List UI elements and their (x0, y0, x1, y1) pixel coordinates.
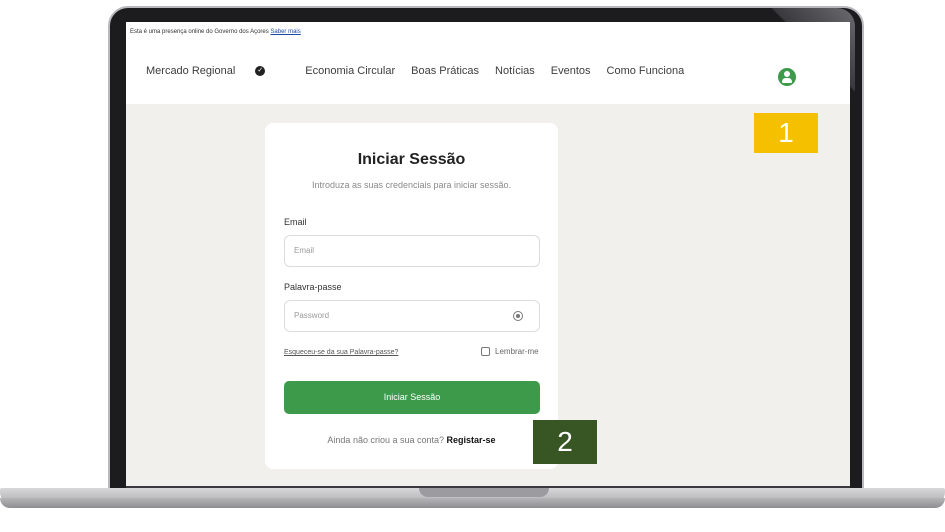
learn-more-link[interactable]: Saber mais (270, 29, 300, 35)
user-circle-icon[interactable] (778, 68, 796, 86)
nav-economia-circular[interactable]: Economia Circular (305, 65, 395, 77)
email-field[interactable]: Email (284, 235, 540, 267)
email-label: Email (284, 217, 307, 227)
government-notice-text: Esta é uma presença online do Governo do… (130, 29, 269, 35)
nav-boas-praticas[interactable]: Boas Práticas (411, 65, 479, 77)
callout-badge-2: 2 (533, 420, 597, 464)
remember-me-checkbox[interactable] (481, 347, 490, 356)
password-label: Palavra-passe (284, 282, 342, 292)
laptop-screen: Esta é uma presença online do Governo do… (126, 22, 850, 486)
login-card: Iniciar Sessão Introduza as suas credenc… (265, 123, 558, 469)
nav-mercado-regional[interactable]: Mercado Regional ✓ (146, 65, 281, 77)
password-placeholder: Password (294, 311, 330, 320)
user-icon-head (784, 71, 790, 77)
password-field[interactable]: Password (284, 300, 540, 332)
eye-icon[interactable] (513, 311, 523, 321)
remember-me-label: Lembrar-me (495, 347, 539, 356)
nav-como-funciona[interactable]: Como Funciona (607, 65, 685, 77)
register-prompt: Ainda não criou a sua conta? Registar-se (265, 435, 558, 445)
login-title: Iniciar Sessão (357, 151, 466, 168)
forgot-password-link[interactable]: Esqueceu-se da sua Palavra-passe? (284, 349, 398, 356)
nav-noticias[interactable]: Notícias (495, 65, 535, 77)
register-link[interactable]: Registar-se (447, 435, 496, 445)
check-badge-icon: ✓ (255, 66, 266, 76)
callout-badge-1: 1 (754, 113, 818, 153)
email-placeholder: Email (294, 246, 315, 255)
login-subtitle: Introduza as suas credenciais para inici… (311, 180, 512, 190)
nav-eventos[interactable]: Eventos (551, 65, 591, 77)
remember-me[interactable]: Lembrar-me (481, 347, 539, 356)
register-prompt-text: Ainda não criou a sua conta? (327, 435, 445, 445)
laptop-notch (419, 488, 549, 497)
government-notice-bar: Esta é uma presença online do Governo do… (126, 22, 850, 42)
user-icon-body (782, 78, 792, 83)
nav-label: Mercado Regional (146, 65, 236, 77)
main-nav: Mercado Regional ✓ Economia Circular Boa… (146, 65, 700, 77)
login-button[interactable]: Iniciar Sessão (284, 381, 540, 414)
site-header: Mercado Regional ✓ Economia Circular Boa… (126, 42, 850, 104)
laptop-base-edge (0, 498, 945, 508)
